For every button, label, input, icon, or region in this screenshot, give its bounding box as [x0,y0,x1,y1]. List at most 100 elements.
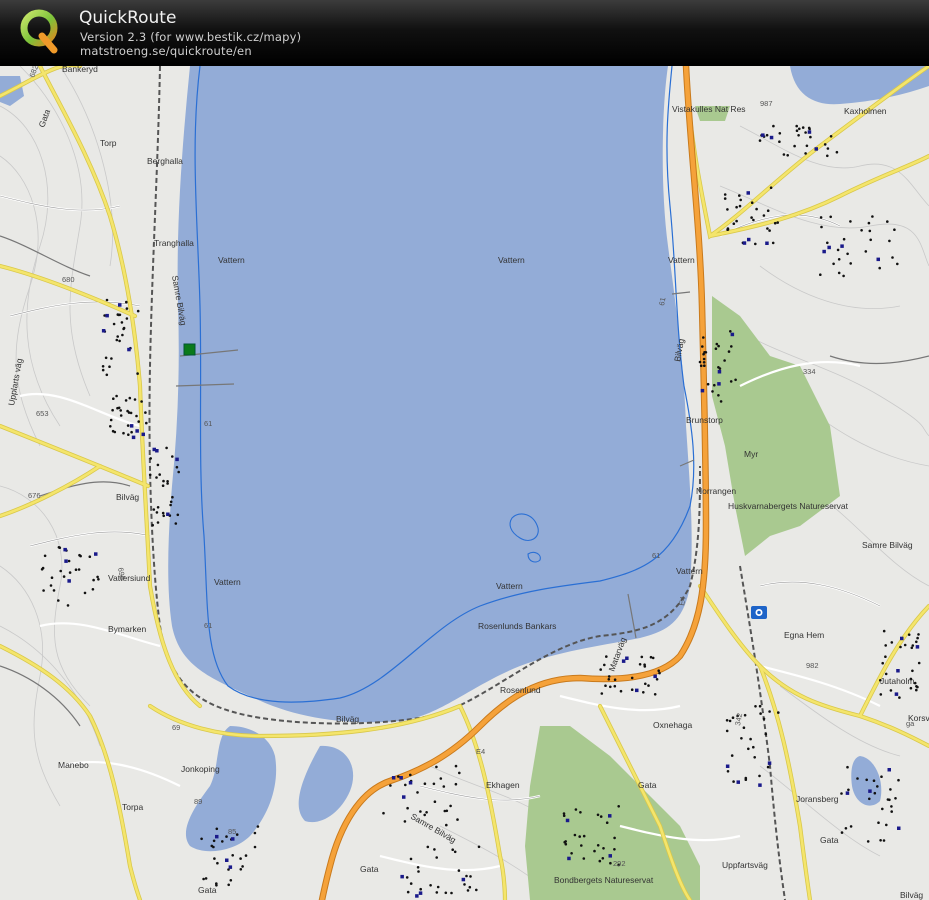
place-label: Egna Hem [784,630,824,640]
building-dot [598,859,602,863]
url-text: matstroeng.se/quickroute/en [80,44,252,58]
building-dot [738,204,742,208]
building-dot [221,840,224,843]
building-dot [152,508,156,511]
camera-icon[interactable] [751,606,767,619]
poi-square [567,856,571,861]
building-dot [754,242,757,246]
building-dot [729,330,732,333]
poi-square [725,764,730,768]
poi-square [769,135,774,140]
building-dot [91,588,95,591]
building-dot [156,463,160,467]
building-dot [890,810,893,813]
place-label: Bilväg [900,890,923,900]
building-dot [727,350,731,353]
road-number: E4 [677,596,687,607]
building-dot [162,514,165,518]
building-dot [135,414,138,418]
building-dot [50,576,54,579]
building-dot [642,691,645,694]
building-dot [605,655,608,658]
building-dot [596,813,600,817]
building-dot [599,668,602,671]
building-dot [742,726,746,729]
building-dot [582,857,586,860]
building-dot [564,842,568,846]
poi-square [64,559,68,563]
building-dot [702,357,706,361]
building-dot [864,250,868,253]
building-dot [903,643,907,647]
building-dot [43,554,47,558]
building-dot [409,773,412,777]
place-label: Joransberg [796,794,839,804]
building-dot [416,866,420,869]
map-view[interactable]: Vattern Vattern Vattern Vattern Vattern … [0,66,929,900]
map-canvas[interactable]: Vattern Vattern Vattern Vattern Vattern … [0,66,929,900]
poi-square [746,191,750,195]
building-dot [161,484,165,488]
poi-square [717,382,721,386]
water-label: Vattern [676,566,703,576]
building-dot [403,820,407,823]
poi-square [761,133,765,137]
building-dot [776,221,779,224]
poi-square [758,783,762,787]
road-number: 61 [657,297,667,307]
building-dot [758,774,761,778]
building-dot [638,663,642,666]
building-dot [844,827,848,830]
building-dot [109,425,112,428]
building-dot [66,604,70,607]
building-dot [771,241,775,245]
poi-square [565,818,570,823]
water-label: Vattern [498,255,525,265]
building-dot [891,256,894,259]
place-label: Kaxholmen [844,106,887,116]
building-dot [735,205,738,209]
building-dot [105,373,109,377]
poi-square [231,837,235,841]
building-dot [466,889,470,892]
building-dot [723,359,726,362]
app-header: QuickRoute Version 2.3 (for www.bestik.c… [0,0,929,66]
building-dot [793,144,796,148]
building-dot [734,378,737,382]
building-dot [74,568,78,571]
building-dot [122,326,126,330]
building-dot [829,215,832,219]
place-label: Vistakulles Nat Res [672,104,746,114]
building-dot [253,831,257,835]
building-dot [110,357,113,360]
building-dot [915,688,918,692]
building-dot [453,850,457,854]
building-dot [436,885,440,889]
building-dot [140,400,143,403]
building-dot [888,239,891,243]
building-dot [750,216,753,219]
place-label: Brunstorp [686,415,723,425]
place-label: Manebo [58,760,89,770]
building-dot [125,307,129,310]
building-dot [630,688,634,691]
building-dot [849,825,853,828]
water-label: Vattern [214,577,241,587]
building-dot [909,686,913,690]
building-dot [846,252,849,256]
building-dot [244,854,248,857]
building-dot [231,854,234,857]
building-dot [759,712,762,715]
building-dot [125,300,128,304]
poi-square [653,674,657,679]
building-dot [49,584,53,587]
building-dot [202,877,205,881]
building-dot [797,134,800,137]
building-dot [600,692,604,695]
building-dot [723,193,727,196]
building-dot [429,884,432,887]
building-dot [382,811,385,815]
building-dot [582,834,586,838]
poi-square [742,241,747,245]
start-marker-icon[interactable] [183,343,196,356]
